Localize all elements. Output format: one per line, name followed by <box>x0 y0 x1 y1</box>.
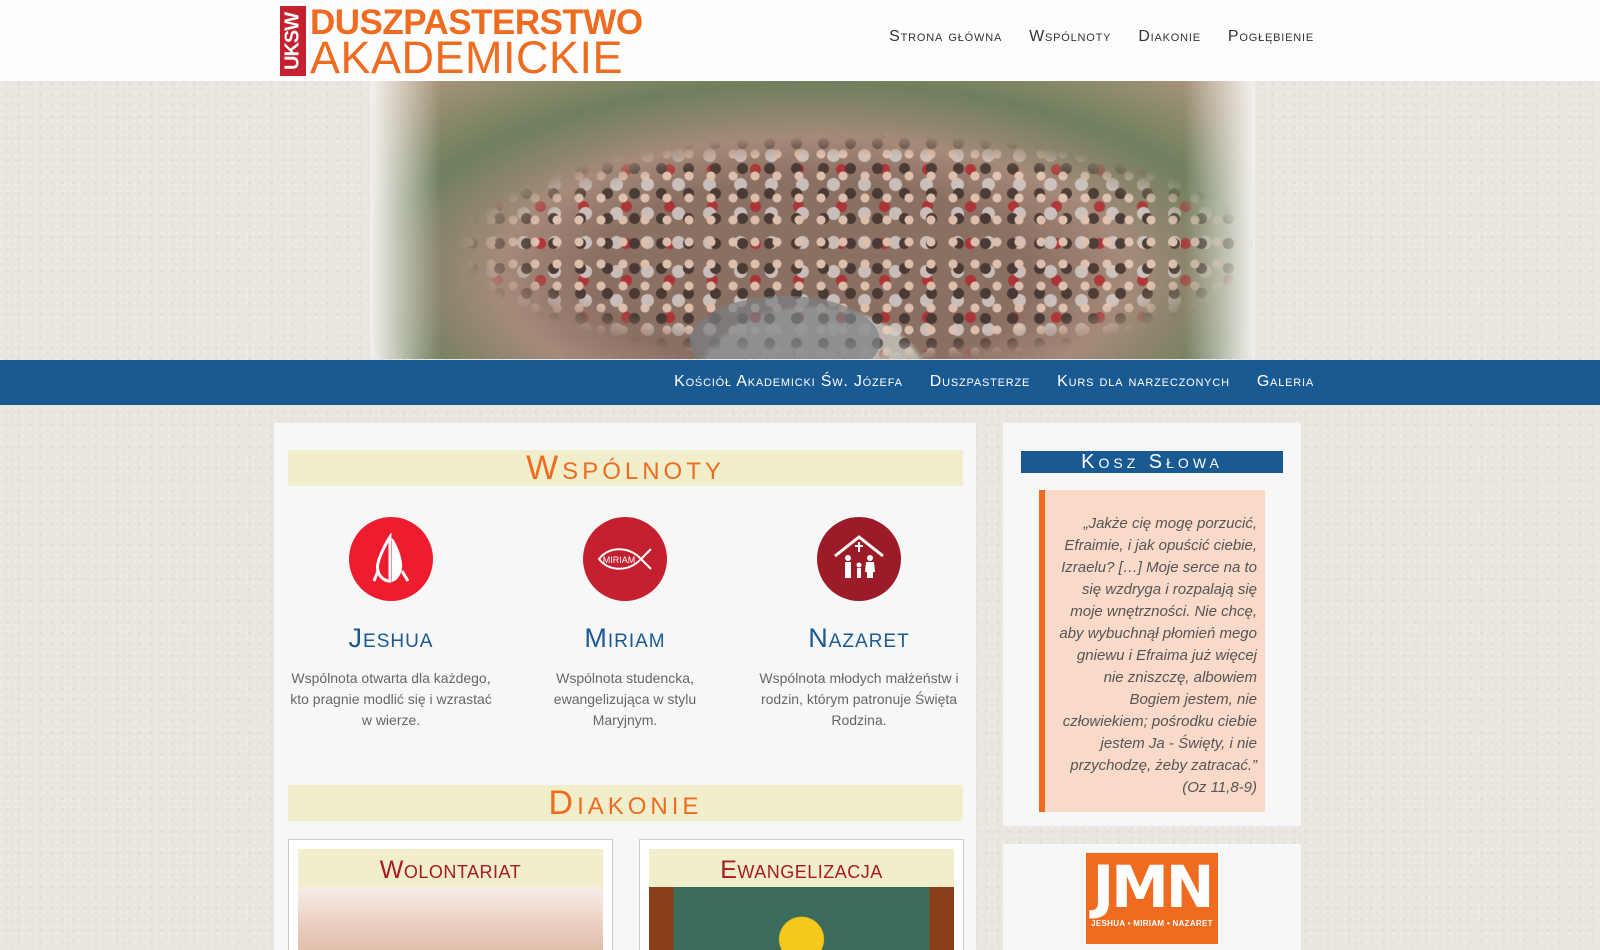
card-title: Wolontariat <box>298 849 603 887</box>
secondary-nav: Kościół Akademicki Św. Józefa Duszpaster… <box>0 360 1600 405</box>
community-desc: Wspólnota studencka, ewangelizująca w st… <box>553 670 697 728</box>
sunflower-photo <box>649 887 954 950</box>
sidebar-title: Kosz Słowa <box>1021 451 1283 473</box>
jmn-logo[interactable]: JMN JESHUA • MIRIAM • NAZARET <box>1086 853 1218 944</box>
sidebar-jmn: JMN JESHUA • MIRIAM • NAZARET <box>1003 844 1301 950</box>
community-title: Jeshua <box>348 623 434 653</box>
main-content: Wspólnoty Jeshua Wspólnota otwarta dla k… <box>274 423 976 950</box>
nav-home[interactable]: Strona główna <box>889 28 1002 46</box>
community-jeshua[interactable]: Jeshua Wspólnota otwarta dla każdego, kt… <box>274 517 508 731</box>
jmn-logo-text: JMN <box>1092 853 1215 921</box>
fish-icon-text: MIRIAM <box>603 555 636 565</box>
main-nav: Strona główna Wspólnoty Diakonie Pogłębi… <box>889 28 1314 46</box>
site-logo[interactable]: UKSW DUSZPASTERSTWO AKADEMICKIE <box>280 3 652 80</box>
diakonia-card-ewangelizacja[interactable]: Ewangelizacja <box>639 839 964 950</box>
diakonia-card-wolontariat[interactable]: Wolontariat <box>288 839 613 950</box>
subnav-galeria[interactable]: Galeria <box>1257 373 1314 391</box>
subnav-kosciol[interactable]: Kościół Akademicki Św. Józefa <box>674 373 903 391</box>
community-desc: Wspólnota młodych małżeństw i rodzin, kt… <box>759 670 959 728</box>
card-title: Ewangelizacja <box>649 849 954 887</box>
jmn-logo-subtitle: JESHUA • MIRIAM • NAZARET <box>1091 919 1213 928</box>
community-miriam[interactable]: MIRIAM Miriam Wspólnota studencka, ewang… <box>508 517 742 731</box>
hands-photo <box>298 887 603 950</box>
praying-hands-icon <box>349 517 433 601</box>
section-title-diakonie: Diakonie <box>288 785 963 821</box>
community-desc: Wspólnota otwarta dla każdego, kto pragn… <box>290 670 492 728</box>
nav-poglebienie[interactable]: Pogłębienie <box>1228 28 1314 46</box>
community-title: Miriam <box>584 623 666 653</box>
subnav-kurs[interactable]: Kurs dla narzeczonych <box>1057 373 1230 391</box>
logo-badge: UKSW <box>280 6 306 76</box>
nav-wspolnoty[interactable]: Wspólnoty <box>1029 28 1111 46</box>
community-nazaret[interactable]: Nazaret Wspólnota młodych małżeństw i ro… <box>742 517 976 731</box>
family-house-icon <box>817 517 901 601</box>
subnav-duszpasterze[interactable]: Duszpasterze <box>930 373 1030 391</box>
logo-line2: AKADEMICKIE <box>310 32 624 83</box>
sidebar-kosz-slowa: Kosz Słowa „Jakże cię mogę porzucić, Efr… <box>1003 423 1301 826</box>
section-title-wspolnoty: Wspólnoty <box>288 450 963 486</box>
community-title: Nazaret <box>808 623 910 653</box>
fish-icon: MIRIAM <box>583 517 667 601</box>
hero-group-photo <box>370 81 1255 359</box>
nav-diakonie[interactable]: Diakonie <box>1138 28 1201 46</box>
top-header: UKSW DUSZPASTERSTWO AKADEMICKIE Strona g… <box>0 0 1600 81</box>
bible-quote: „Jakże cię mogę porzucić, Efraimie, i ja… <box>1039 490 1265 812</box>
